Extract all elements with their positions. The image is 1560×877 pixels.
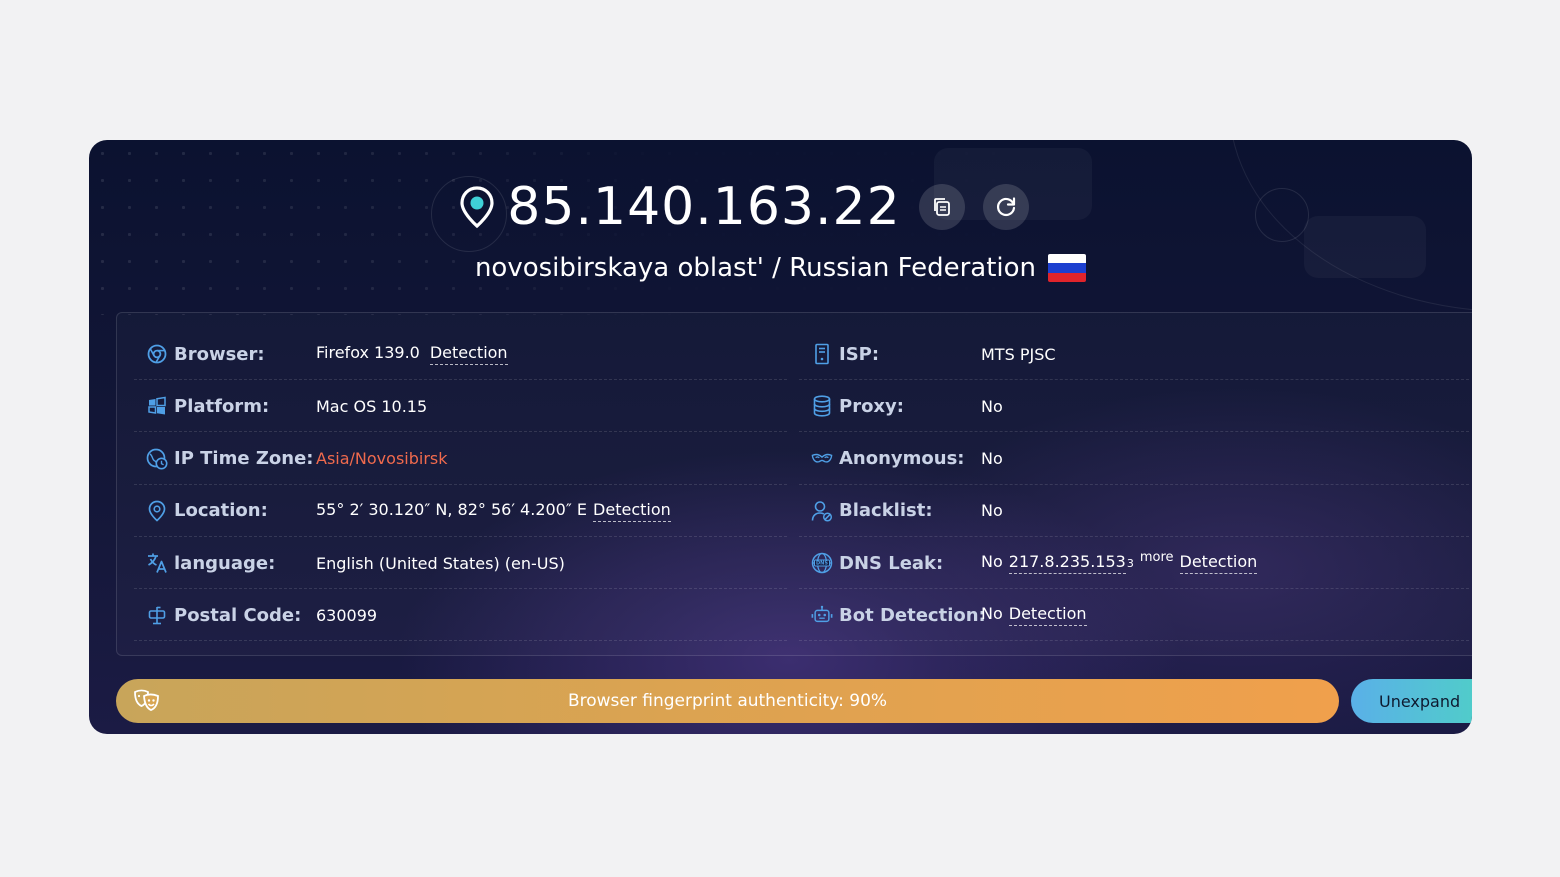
database-icon bbox=[811, 395, 833, 417]
row-isp: ISP: MTS PJSC bbox=[799, 329, 1469, 380]
row-location: Location: 55° 2′ 30.120″ N, 82° 56′ 4.20… bbox=[134, 486, 787, 537]
russia-flag-icon bbox=[1048, 254, 1087, 282]
language-value: English (United States) (en-US) bbox=[316, 553, 565, 573]
theater-mask-icon bbox=[134, 689, 159, 711]
ip-info-card: 85.140.163.22 novosibirskaya oblast' / R… bbox=[89, 140, 1472, 734]
location-text: novosibirskaya oblast' / Russian Federat… bbox=[474, 253, 1037, 283]
row-postal: Postal Code: 630099 bbox=[134, 590, 787, 642]
postal-label: Postal Code: bbox=[174, 604, 302, 626]
timezone-label: IP Time Zone: bbox=[174, 448, 314, 470]
dns-ip: 217.8.235.153 bbox=[1008, 552, 1126, 572]
browser-detection-link[interactable]: Detection bbox=[429, 343, 508, 365]
robot-icon bbox=[811, 604, 833, 626]
refresh-button[interactable] bbox=[982, 184, 1029, 230]
language-label: language: bbox=[174, 552, 276, 574]
dns-leak-label: DNS Leak: bbox=[839, 552, 944, 574]
ip-address: 85.140.163.22 bbox=[507, 177, 901, 237]
row-dns-leak: DNS DNS Leak: No 217.8.235.153 3 more Det… bbox=[799, 538, 1469, 590]
bot-detection-value: No bbox=[981, 604, 1003, 624]
location-pin-icon bbox=[460, 186, 494, 229]
row-browser: Browser: Firefox 139.0 Detection bbox=[134, 329, 787, 380]
unexpand-button[interactable]: Unexpand bbox=[1351, 679, 1472, 723]
fingerprint-bar: Browser fingerprint authenticity: 90% bbox=[116, 679, 1339, 723]
anonymous-value: No bbox=[981, 449, 1003, 469]
server-icon bbox=[811, 343, 833, 365]
windows-icon bbox=[146, 395, 168, 417]
browser-value: Firefox 139.0 bbox=[316, 343, 420, 362]
bot-detection-link[interactable]: Detection bbox=[1008, 604, 1087, 627]
dns-detection-link[interactable]: Detection bbox=[1179, 552, 1258, 575]
dns-count: 3 bbox=[1126, 557, 1134, 571]
row-timezone: IP Time Zone: Asia/Novosibirsk bbox=[134, 434, 787, 485]
chrome-icon bbox=[146, 343, 168, 365]
globe-clock-icon bbox=[146, 448, 168, 470]
dns-ip-link[interactable]: 217.8.235.153 bbox=[1008, 552, 1126, 575]
dns-globe-icon: DNS bbox=[811, 552, 833, 574]
isp-label: ISP: bbox=[839, 343, 880, 365]
dns-more-link[interactable]: more bbox=[1140, 550, 1174, 565]
translate-icon bbox=[146, 552, 168, 574]
row-bot-detection: Bot Detection: No Detection bbox=[799, 590, 1469, 642]
details-panel: Browser: Firefox 139.0 Detection Platfor… bbox=[116, 312, 1472, 656]
row-anonymous: Anonymous: No bbox=[799, 434, 1469, 485]
bot-detection-label: Bot Detection: bbox=[839, 604, 986, 626]
row-platform: Platform: Mac OS 10.15 bbox=[134, 381, 787, 433]
location-value: 55° 2′ 30.120″ N, 82° 56′ 4.200″ E bbox=[316, 499, 588, 519]
platform-value: Mac OS 10.15 bbox=[316, 396, 428, 416]
location-label: Location: bbox=[174, 500, 268, 522]
row-language: language: English (United States) (en-US… bbox=[134, 538, 787, 590]
refresh-icon bbox=[996, 197, 1015, 217]
row-proxy: Proxy: No bbox=[799, 381, 1469, 433]
copy-button[interactable] bbox=[918, 184, 965, 230]
blacklist-label: Blacklist: bbox=[839, 500, 933, 522]
browser-label: Browser: bbox=[174, 343, 265, 365]
details-right-column: ISP: MTS PJSC Proxy: No Anonymous: No Bl… bbox=[799, 329, 1469, 643]
platform-label: Platform: bbox=[174, 395, 270, 417]
blacklist-value: No bbox=[981, 501, 1003, 521]
proxy-label: Proxy: bbox=[839, 395, 904, 417]
mask-icon bbox=[811, 448, 833, 470]
details-left-column: Browser: Firefox 139.0 Detection Platfor… bbox=[134, 329, 787, 643]
user-blacklist-icon bbox=[811, 500, 833, 522]
svg-text:DNS: DNS bbox=[816, 561, 828, 567]
copy-icon bbox=[933, 198, 950, 216]
timezone-value: Asia/Novosibirsk bbox=[316, 449, 448, 469]
proxy-value: No bbox=[981, 396, 1003, 416]
row-blacklist: Blacklist: No bbox=[799, 486, 1469, 537]
location-pin-icon bbox=[146, 500, 168, 522]
dns-leak-value: No bbox=[981, 552, 1003, 572]
mailbox-icon bbox=[146, 604, 168, 626]
isp-value: MTS PJSC bbox=[981, 344, 1056, 364]
fingerprint-text: Browser fingerprint authenticity: 90% bbox=[567, 691, 888, 711]
anonymous-label: Anonymous: bbox=[839, 448, 965, 470]
postal-value: 630099 bbox=[316, 605, 378, 625]
location-detection-link[interactable]: Detection bbox=[593, 500, 671, 522]
